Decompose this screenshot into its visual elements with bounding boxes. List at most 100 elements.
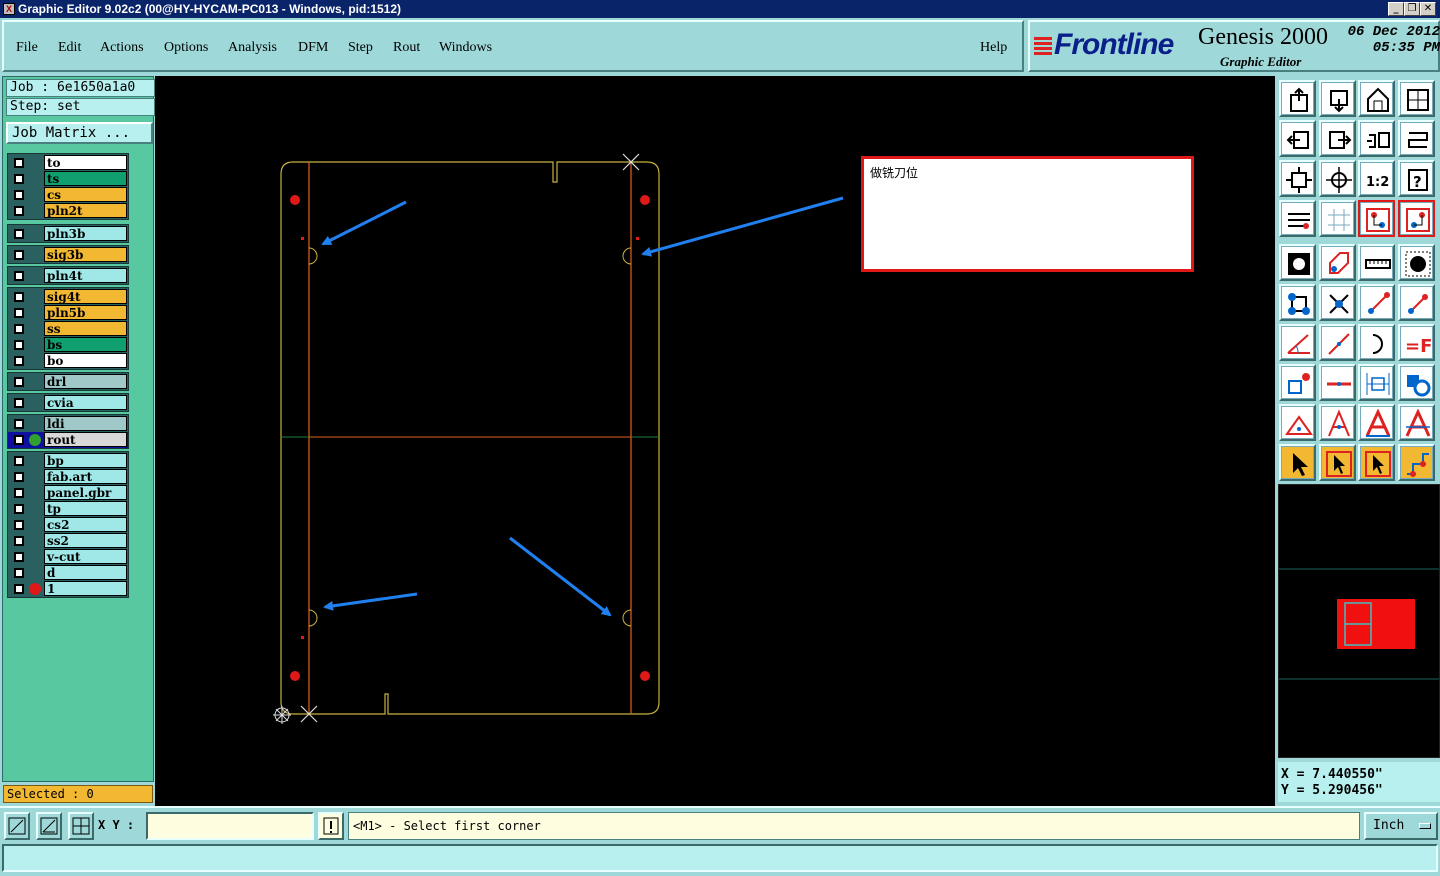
line-button[interactable] <box>1319 324 1356 361</box>
snap-end-button[interactable] <box>1358 284 1395 321</box>
menu-windows[interactable]: Windows <box>439 40 492 56</box>
layer-row-v-cut[interactable]: v-cut <box>8 549 128 565</box>
layer-row-1[interactable]: 1 <box>8 581 128 597</box>
home-button[interactable] <box>1358 80 1395 117</box>
arc-button[interactable] <box>1358 324 1395 361</box>
zoom-in-button[interactable] <box>1319 80 1356 117</box>
layer-row-cvia[interactable]: cvia <box>8 395 128 411</box>
layer-row-drl[interactable]: drl <box>8 374 128 390</box>
menu-actions[interactable]: Actions <box>100 40 144 56</box>
layer-row-pln2t[interactable]: pln2t <box>8 203 128 219</box>
grid-button[interactable] <box>1319 200 1356 237</box>
layer-checkbox[interactable] <box>14 229 24 239</box>
angle-button[interactable] <box>1279 324 1316 361</box>
pan-left-button[interactable] <box>1279 120 1316 157</box>
snap-intersect-button[interactable] <box>1319 284 1356 321</box>
layer-checkbox[interactable] <box>14 292 24 302</box>
dot-button[interactable] <box>1398 244 1435 281</box>
point-button[interactable] <box>1279 364 1316 401</box>
layer-checkbox[interactable] <box>14 488 24 498</box>
layer-checkbox[interactable] <box>14 398 24 408</box>
layer-row-bp[interactable]: bp <box>8 453 128 469</box>
layer-checkbox[interactable] <box>14 520 24 530</box>
job-matrix-button[interactable]: Job Matrix ... <box>6 122 153 144</box>
layer-row-bo[interactable]: bo <box>8 353 128 369</box>
fit-button[interactable] <box>1279 160 1316 197</box>
xy-input[interactable] <box>146 812 314 840</box>
layer-checkbox[interactable] <box>14 584 24 594</box>
layer-row-sig4t[interactable]: sig4t <box>8 289 128 305</box>
layer-checkbox[interactable] <box>14 456 24 466</box>
undo-button[interactable] <box>1358 120 1395 157</box>
layer-row-ldi[interactable]: ldi <box>8 416 128 432</box>
alert-button[interactable] <box>318 812 344 840</box>
layer-checkbox[interactable] <box>14 356 24 366</box>
layer-checkbox[interactable] <box>14 472 24 482</box>
minimize-button[interactable]: _ <box>1388 2 1404 16</box>
layer-row-bs[interactable]: bs <box>8 337 128 353</box>
layer-row-pln5b[interactable]: pln5b <box>8 305 128 321</box>
layer-row-pln4t[interactable]: pln4t <box>8 268 128 284</box>
zoom-box-button[interactable] <box>4 812 30 840</box>
zoom-home-button[interactable] <box>1279 80 1316 117</box>
layer-checkbox[interactable] <box>14 308 24 318</box>
ruler-button[interactable] <box>1358 244 1395 281</box>
layer-row-cs[interactable]: cs <box>8 187 128 203</box>
layer-row-ss[interactable]: ss <box>8 321 128 337</box>
angle-snap-button[interactable] <box>36 812 62 840</box>
unit-selector[interactable]: Inch <box>1364 812 1438 840</box>
outline-button[interactable] <box>1319 244 1356 281</box>
layer-checkbox[interactable] <box>14 271 24 281</box>
horizontal-button[interactable] <box>1319 364 1356 401</box>
layers-toggle-button[interactable] <box>1398 200 1435 237</box>
overview-map[interactable] <box>1278 484 1440 758</box>
layer-row-pln3b[interactable]: pln3b <box>8 226 128 242</box>
settings-button[interactable] <box>1279 200 1316 237</box>
layer-row-sig3b[interactable]: sig3b <box>8 247 128 263</box>
text-button[interactable]: =F <box>1398 324 1435 361</box>
letter-a-arc-button[interactable] <box>1398 404 1435 441</box>
layer-checkbox[interactable] <box>14 552 24 562</box>
close-button[interactable]: ✕ <box>1420 2 1436 16</box>
layer-row-panel-gbr[interactable]: panel.gbr <box>8 485 128 501</box>
snap-node-button[interactable] <box>1279 284 1316 321</box>
window-button[interactable] <box>1398 80 1435 117</box>
layer-checkbox[interactable] <box>14 504 24 514</box>
menu-help[interactable]: Help <box>980 40 1007 56</box>
layer-checkbox[interactable] <box>14 377 24 387</box>
menu-options[interactable]: Options <box>164 40 208 56</box>
menu-rout[interactable]: Rout <box>393 40 420 56</box>
triangle-button[interactable] <box>1279 404 1316 441</box>
center-button[interactable] <box>1319 160 1356 197</box>
letter-a-bold-button[interactable] <box>1358 404 1395 441</box>
select-rotate-button[interactable] <box>1358 444 1395 481</box>
layer-checkbox[interactable] <box>14 158 24 168</box>
layer-checkbox[interactable] <box>14 340 24 350</box>
shape-button[interactable] <box>1398 364 1435 401</box>
layer-row-to[interactable]: to <box>8 155 128 171</box>
layer-row-rout[interactable]: rout <box>8 432 128 448</box>
layer-row-fab-art[interactable]: fab.art <box>8 469 128 485</box>
restore-button[interactable]: ❐ <box>1404 2 1420 16</box>
letter-a-button[interactable] <box>1319 404 1356 441</box>
scale-1to2-button[interactable]: 1:2 <box>1358 160 1395 197</box>
menu-analysis[interactable]: Analysis <box>228 40 277 56</box>
layer-row-cs2[interactable]: cs2 <box>8 517 128 533</box>
layer-row-ts[interactable]: ts <box>8 171 128 187</box>
redraw-button[interactable] <box>1398 120 1435 157</box>
menu-step[interactable]: Step <box>348 40 373 56</box>
layer-checkbox[interactable] <box>14 206 24 216</box>
pointer-button[interactable] <box>1279 444 1316 481</box>
snap-mid-button[interactable] <box>1398 284 1435 321</box>
help-button[interactable]: ? <box>1398 160 1435 197</box>
menu-file[interactable]: File <box>16 40 38 56</box>
layer-row-d[interactable]: d <box>8 565 128 581</box>
layer-checkbox[interactable] <box>14 250 24 260</box>
layer-checkbox[interactable] <box>14 324 24 334</box>
pan-right-button[interactable] <box>1319 120 1356 157</box>
layer-row-ss2[interactable]: ss2 <box>8 533 128 549</box>
select-button[interactable] <box>1319 444 1356 481</box>
layer-checkbox[interactable] <box>14 174 24 184</box>
pad-button[interactable] <box>1279 244 1316 281</box>
layer-checkbox[interactable] <box>14 419 24 429</box>
